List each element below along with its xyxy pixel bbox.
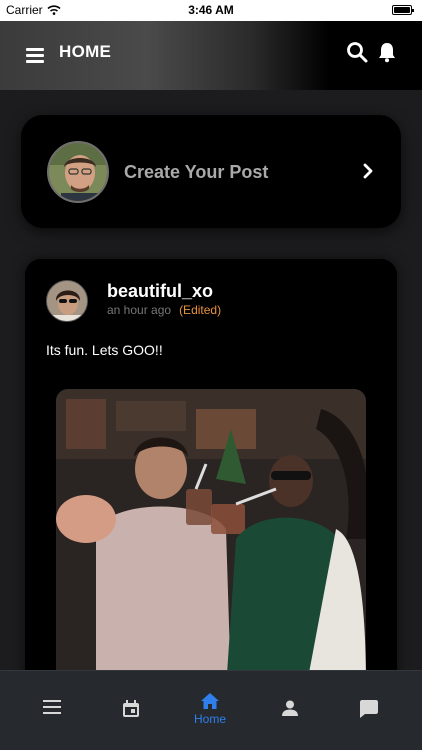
- chevron-right-icon: [363, 163, 373, 179]
- status-time: 3:46 AM: [188, 3, 234, 17]
- post-meta: an hour ago (Edited): [107, 303, 221, 317]
- battery-icon: [392, 5, 414, 15]
- post-author-avatar[interactable]: [46, 280, 88, 322]
- hamburger-menu-icon[interactable]: [26, 48, 44, 64]
- nav-home[interactable]: Home: [180, 671, 240, 750]
- post-username[interactable]: beautiful_xo: [107, 281, 213, 302]
- person-icon: [282, 700, 298, 716]
- create-post-label: Create Your Post: [124, 162, 269, 182]
- nav-home-label: Home: [193, 712, 226, 726]
- post-timestamp: an hour ago: [107, 303, 172, 317]
- create-post-card[interactable]: Create Your Post: [21, 115, 401, 228]
- home-icon: [201, 693, 219, 709]
- chat-icon: [360, 700, 378, 718]
- user-avatar: [47, 141, 109, 203]
- page-title: HOME: [59, 42, 112, 61]
- nav-messages[interactable]: [339, 671, 399, 750]
- app-header: HOME: [0, 21, 422, 90]
- bell-icon[interactable]: [376, 41, 398, 63]
- post-card: beautiful_xo an hour ago (Edited) Its fun…: [25, 259, 397, 679]
- calendar-icon: [123, 700, 139, 717]
- nav-calendar[interactable]: [101, 671, 161, 750]
- search-icon[interactable]: [346, 41, 368, 63]
- post-image[interactable]: [56, 389, 366, 679]
- bottom-nav: Home: [0, 670, 422, 750]
- nav-profile[interactable]: [260, 671, 320, 750]
- post-text: Its fun. Lets GOO!!: [46, 342, 163, 358]
- nav-menu[interactable]: [22, 671, 82, 750]
- edited-label: (Edited): [179, 303, 222, 317]
- status-bar: Carrier 3:46 AM: [0, 0, 422, 21]
- menu-lines-icon: [43, 700, 61, 714]
